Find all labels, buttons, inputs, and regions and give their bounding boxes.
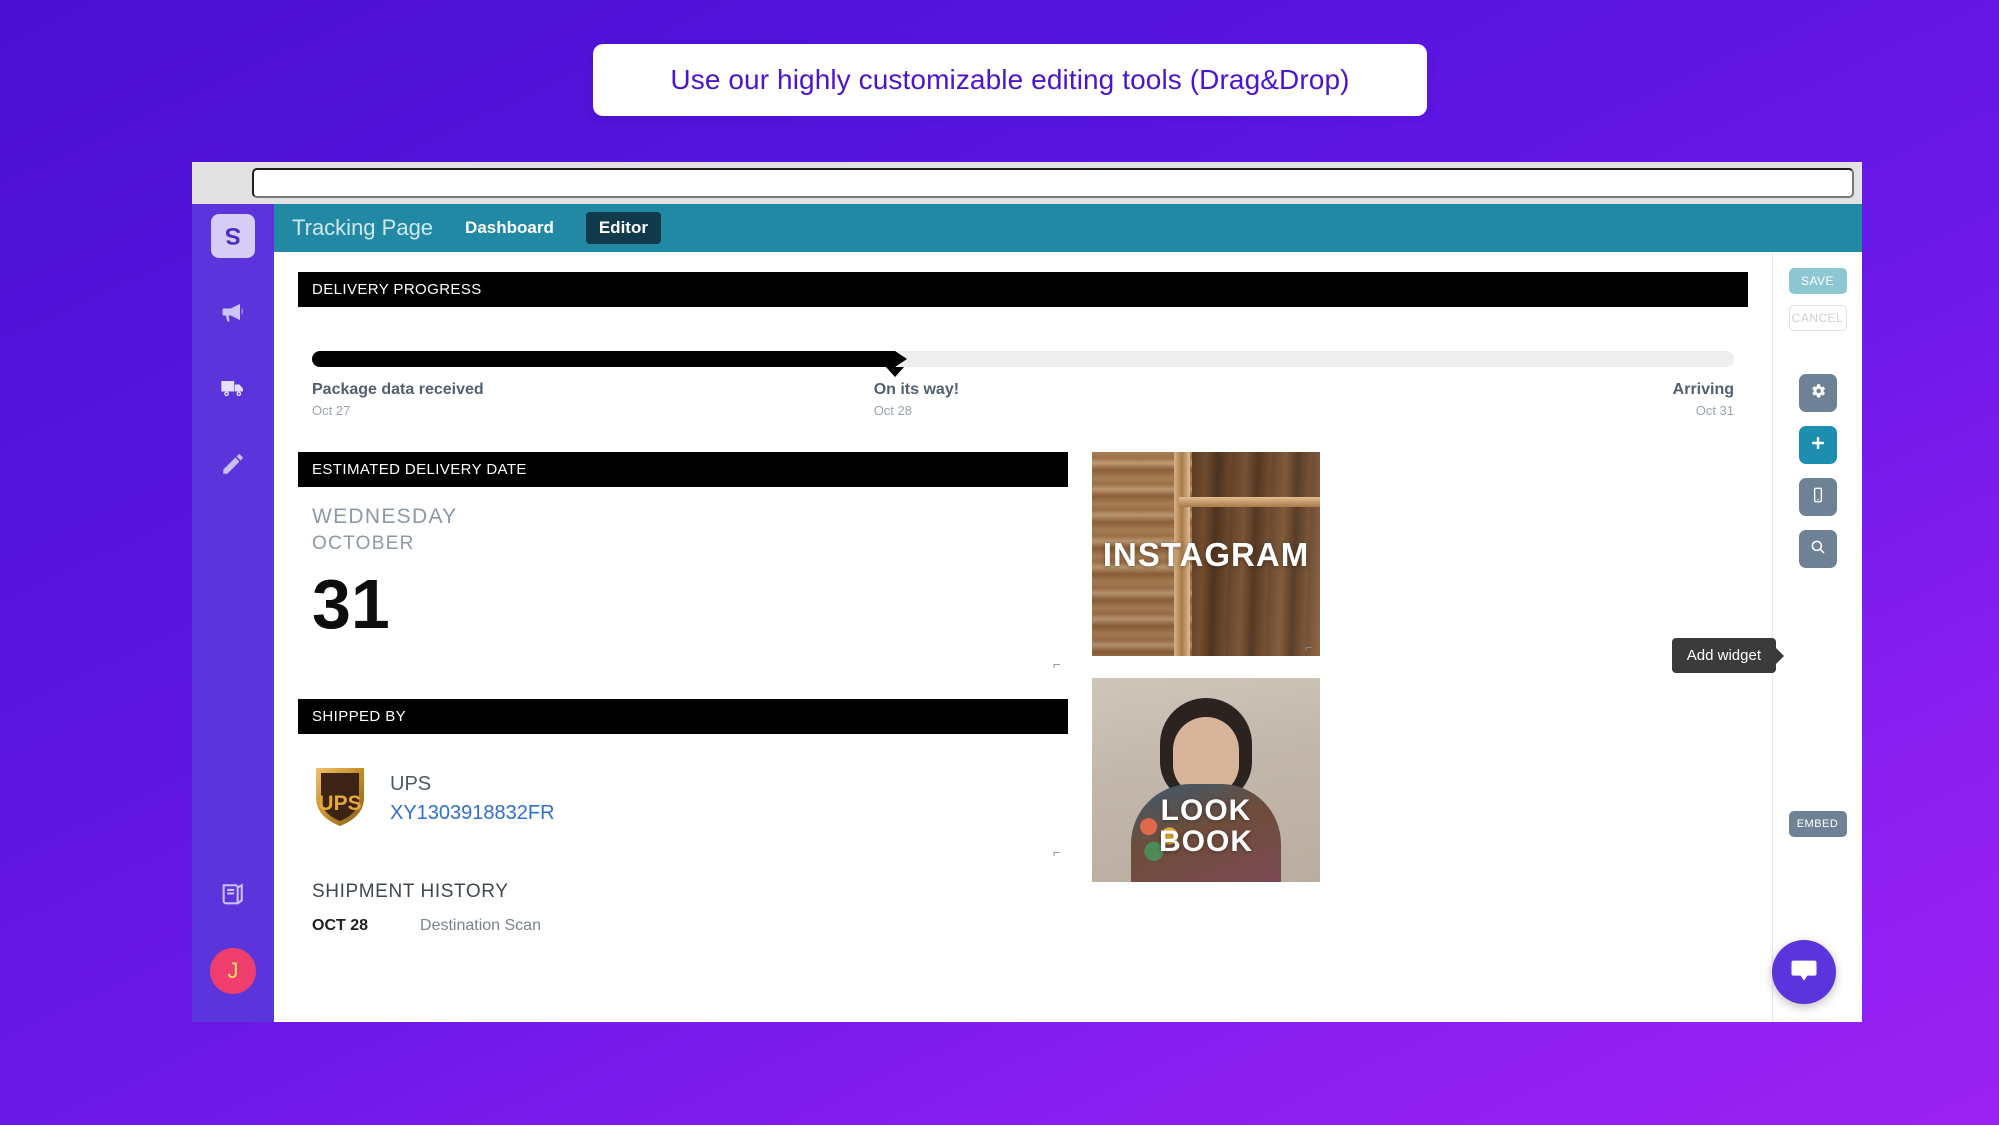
resize-handle-icon[interactable]: ⌐ [1053, 658, 1065, 671]
avatar-initial: J [227, 958, 239, 983]
instagram-widget[interactable]: INSTAGRAM ⌐ [1092, 452, 1320, 656]
promo-banner: Use our highly customizable editing tool… [593, 44, 1427, 116]
progress-step-2-label: On its way! [873, 381, 960, 398]
mobile-icon [1809, 486, 1827, 509]
progress-step-2-date: Oct 28 [873, 403, 912, 418]
progress-step-3: Arriving Oct 31 [1673, 381, 1734, 418]
svg-text:S: S [225, 223, 241, 249]
plus-icon [1809, 434, 1827, 457]
tab-editor[interactable]: Editor [585, 212, 661, 244]
search-icon [1809, 538, 1827, 561]
promo-banner-text: Use our highly customizable editing tool… [670, 64, 1350, 95]
cancel-button[interactable]: CANCEL [1788, 305, 1847, 331]
progress-step-1-date: Oct 27 [312, 403, 351, 418]
lookbook-face-detail [1173, 716, 1239, 795]
canvas-wrapper: DELIVERY PROGRESS Package data received … [274, 252, 1862, 1022]
megaphone-icon [219, 298, 247, 326]
svg-text:UPS: UPS [318, 792, 361, 815]
add-widget-button[interactable] [1798, 426, 1837, 464]
left-sidebar: S J [192, 204, 274, 1022]
shipped-by-body: UPS UPS XY1303918832FR [298, 734, 1068, 861]
progress-step-3-date: Oct 31 [1695, 403, 1734, 418]
sidebar-item-docs[interactable] [211, 872, 255, 916]
progress-track [312, 351, 1734, 377]
estimated-delivery-widget[interactable]: ESTIMATED DELIVERY DATE WEDNESDAY OCTOBE… [298, 452, 1068, 673]
sidebar-item-editor[interactable] [211, 442, 255, 486]
carrier-name: UPS [390, 772, 432, 795]
chat-icon [1789, 955, 1819, 990]
browser-window: S J Tracking Page Dashboard Editor DELIV… [192, 162, 1862, 1022]
estimated-delivery-header: ESTIMATED DELIVERY DATE [298, 452, 1068, 487]
logo-s-icon: S [220, 223, 246, 249]
shipment-history-widget[interactable]: SHIPMENT HISTORY OCT 28 Destination Scan [298, 873, 1068, 935]
tab-dashboard[interactable]: Dashboard [459, 214, 560, 242]
tracking-number-link[interactable]: XY1303918832FR [390, 802, 555, 825]
lookbook-caption-line2: BOOK [1159, 824, 1253, 858]
right-toolbar: SAVE CANCEL EMBED [1772, 252, 1862, 1022]
shipped-by-widget[interactable]: SHIPPED BY UPS UPS XY1303918832FR ⌐ [298, 699, 1068, 861]
content-columns: ESTIMATED DELIVERY DATE WEDNESDAY OCTOBE… [298, 452, 1748, 935]
progress-step-3-label: Arriving [1672, 381, 1734, 398]
settings-button[interactable] [1798, 374, 1837, 412]
truck-icon [219, 374, 247, 402]
mobile-preview-button[interactable] [1798, 478, 1837, 516]
shipment-history-title: SHIPMENT HISTORY [312, 881, 509, 902]
shipped-by-header: SHIPPED BY [298, 699, 1068, 734]
resize-handle-icon[interactable]: ⌐ [1305, 641, 1317, 654]
sidebar-item-logo[interactable]: S [211, 214, 255, 258]
delivery-progress-header: DELIVERY PROGRESS [298, 272, 1748, 307]
carrier-info: UPS XY1303918832FR [390, 773, 555, 825]
top-navigation: Tracking Page Dashboard Editor [274, 204, 1862, 252]
history-date: OCT 28 [312, 917, 369, 934]
instagram-bar-detail [1178, 496, 1320, 507]
table-row: OCT 28 Destination Scan [298, 903, 1068, 935]
delivery-weekday: WEDNESDAY [312, 505, 458, 528]
add-widget-tooltip: Add widget [1671, 638, 1785, 673]
sidebar-item-campaigns[interactable] [211, 290, 255, 334]
progress-caret [886, 367, 905, 377]
preview-search-button[interactable] [1798, 530, 1837, 568]
progress-fill [312, 351, 908, 367]
lookbook-caption-line1: LOOK [1160, 794, 1252, 828]
intercom-chat-button[interactable] [1772, 940, 1836, 1004]
delivery-day: 31 [312, 565, 390, 643]
editor-canvas: DELIVERY PROGRESS Package data received … [274, 252, 1772, 1022]
lookbook-widget[interactable]: LOOK BOOK [1092, 678, 1320, 882]
history-description: Destination Scan [420, 917, 541, 934]
url-input[interactable] [252, 168, 1854, 198]
page-title: Tracking Page [292, 215, 434, 240]
progress-step-1-label: Package data received [312, 381, 484, 398]
embed-button[interactable]: EMBED [1788, 811, 1847, 837]
pencil-icon [220, 451, 246, 477]
instagram-caption: INSTAGRAM [1102, 535, 1310, 573]
left-content-column: ESTIMATED DELIVERY DATE WEDNESDAY OCTOBE… [298, 452, 1068, 935]
delivery-month: OCTOBER [312, 533, 415, 554]
progress-step-1: Package data received Oct 27 [312, 381, 484, 418]
resize-handle-icon[interactable]: ⌐ [1053, 846, 1065, 859]
delivery-progress-widget[interactable]: DELIVERY PROGRESS Package data received … [298, 272, 1748, 418]
browser-chrome [192, 162, 1862, 204]
save-button[interactable]: SAVE [1788, 268, 1847, 294]
lookbook-caption: LOOK BOOK [1092, 796, 1320, 857]
sidebar-item-shipments[interactable] [211, 366, 255, 410]
image-widget-column: INSTAGRAM ⌐ LOOK BOOK [1092, 452, 1320, 935]
ups-shield-icon: UPS [312, 764, 368, 833]
avatar[interactable]: J [210, 948, 256, 994]
progress-block: Package data received Oct 27 On its way!… [298, 307, 1748, 418]
estimated-delivery-body: WEDNESDAY OCTOBER 31 [298, 487, 1068, 673]
main-column: Tracking Page Dashboard Editor DELIVERY … [274, 204, 1862, 1022]
app-body: S J Tracking Page Dashboard Editor DELIV… [192, 204, 1862, 1022]
progress-labels: Package data received Oct 27 On its way!… [312, 381, 1734, 418]
gear-icon [1809, 382, 1827, 405]
book-icon [219, 880, 247, 908]
progress-step-2: On its way! Oct 28 [874, 381, 959, 418]
